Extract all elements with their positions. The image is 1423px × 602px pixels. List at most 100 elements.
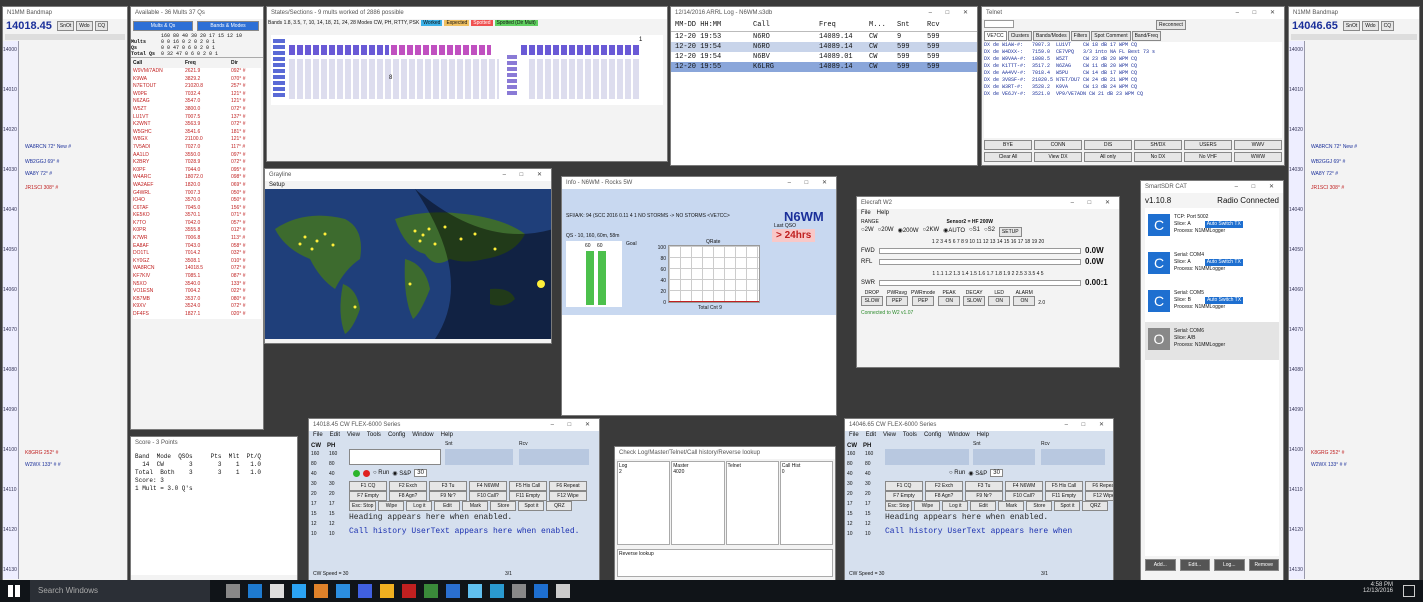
function-key-button[interactable]: Wipe <box>914 501 941 511</box>
function-key-button[interactable]: F11 Empty <box>1045 491 1083 501</box>
control-toggle[interactable]: ON <box>988 296 1011 306</box>
available-list-item[interactable]: K7TO 7042.0 057° # <box>133 220 261 228</box>
bands-modes-button[interactable]: Bands & Modes <box>197 21 259 31</box>
menu-help[interactable]: Help <box>877 210 889 216</box>
right-bandmap-spot[interactable]: K8GRG 252° # <box>1311 450 1344 456</box>
entry2-call-input[interactable] <box>885 449 969 465</box>
available-list[interactable]: W9VM/7ADN 2621.9 092° # K9WA 3829.2 070° # N7E… <box>133 68 261 319</box>
range-radio[interactable]: ○2W <box>861 227 874 237</box>
setup-button[interactable]: SETUP <box>998 227 1022 237</box>
entry2-rcv-input[interactable] <box>1041 449 1105 465</box>
function-key-button[interactable]: Edit <box>434 501 461 511</box>
log-col-snt[interactable]: Snt <box>897 21 927 29</box>
function-key-button[interactable]: Edit <box>970 501 997 511</box>
menu-file[interactable]: File <box>861 210 871 216</box>
grayline-setup-menu[interactable]: Setup <box>265 181 551 189</box>
smartsdr-action-button[interactable]: Edit... <box>1179 559 1210 571</box>
telnet-command-button[interactable]: WWW <box>1234 152 1282 162</box>
function-key-button[interactable]: F11 Empty <box>509 491 547 501</box>
function-key-button[interactable]: Mark <box>462 501 489 511</box>
band-ph-button[interactable]: 20 <box>865 489 871 499</box>
band-ph-button[interactable]: 15 <box>329 509 335 519</box>
check-column[interactable]: Telnet <box>725 461 779 545</box>
alarm-value[interactable]: 2.0 <box>1038 300 1045 306</box>
entry2-run-radio[interactable]: ○ Run <box>949 470 965 476</box>
menu-item[interactable]: Window <box>412 432 433 438</box>
log-col-time[interactable]: MM-DD HH:MM <box>675 21 753 29</box>
band-cw-button[interactable]: 30 <box>847 479 859 489</box>
log-row[interactable]: 12-20 19:53 N6RO 14089.14 CW 9 599 <box>671 32 977 42</box>
band-ph-button[interactable]: 17 <box>865 499 871 509</box>
function-key-button[interactable]: F2 Exch <box>389 481 427 491</box>
band-ph-button[interactable]: 80 <box>865 459 871 469</box>
menu-item[interactable]: Window <box>948 432 969 438</box>
cat-port-item[interactable]: O Serial: COM6 Slice: A/B Process: N1MMLogg… <box>1145 322 1279 360</box>
telnet-command-button[interactable]: All only <box>1084 152 1132 162</box>
taskbar-app-icon[interactable] <box>490 584 504 598</box>
band-cw-button[interactable]: 20 <box>847 489 859 499</box>
band-cw-button[interactable]: 40 <box>311 469 323 479</box>
band-ph-button[interactable]: 40 <box>329 469 335 479</box>
taskbar-app-icon[interactable] <box>424 584 438 598</box>
band-cw-button[interactable]: 80 <box>847 459 859 469</box>
log-row[interactable]: 12-20 19:54 N6BV 14089.01 CW 599 599 <box>671 52 977 62</box>
available-list-item[interactable]: K0PR 3555.8 012° # <box>133 227 261 235</box>
left-snot-button[interactable]: SnOt <box>56 21 75 31</box>
control-toggle[interactable]: ON <box>938 296 961 306</box>
menu-item[interactable]: Tools <box>367 432 381 438</box>
taskbar-app-icon[interactable] <box>270 584 284 598</box>
available-list-item[interactable]: DF4FS 1827.1 020° # <box>133 311 261 319</box>
telnet-tab[interactable]: Spot Comment <box>1091 31 1131 41</box>
available-list-item[interactable]: KB7MB 3537.0 080° # <box>133 296 261 304</box>
taskbar-app-icon[interactable] <box>446 584 460 598</box>
taskbar-search[interactable]: Search Windows <box>30 580 210 602</box>
available-list-item[interactable]: KY0GZ 3508.1 010° # <box>133 258 261 266</box>
band-ph-button[interactable]: 15 <box>865 509 871 519</box>
left-cq-button[interactable]: CQ <box>94 21 109 31</box>
right-wdo-button[interactable]: Wdo <box>1362 21 1379 31</box>
taskbar-app-icon[interactable] <box>336 584 350 598</box>
function-key-button[interactable]: Store <box>1026 501 1053 511</box>
menu-item[interactable]: File <box>849 432 859 438</box>
menu-item[interactable]: Help <box>441 432 453 438</box>
band-cw-button[interactable]: 40 <box>847 469 859 479</box>
band-cw-button[interactable]: 12 <box>847 519 859 529</box>
function-key-button[interactable]: F12 Wipe <box>1085 491 1113 501</box>
taskbar-app-icon[interactable] <box>358 584 372 598</box>
reverse-lookup[interactable]: Reverse lookup <box>617 549 833 577</box>
windows-start-icon[interactable] <box>8 585 20 597</box>
function-key-button[interactable]: F7 Empty <box>349 491 387 501</box>
function-key-button[interactable]: F5 His Call <box>509 481 547 491</box>
taskbar-app-icon[interactable] <box>468 584 482 598</box>
function-key-button[interactable]: F8 Agn? <box>389 491 427 501</box>
available-list-item[interactable]: WA8RCN 14018.5 072° # <box>133 265 261 273</box>
log-row[interactable]: 12-20 19:55 K6LRG 14089.14 CW 599 599 <box>671 62 977 72</box>
available-list-item[interactable]: G4WRL 7007.3 050° # <box>133 190 261 198</box>
left-bandmap-spot[interactable]: WA8RCN 72° New # <box>25 144 71 150</box>
available-list-item[interactable]: K2WNT 3563.9 072° # <box>133 121 261 129</box>
control-toggle[interactable]: PEP <box>886 296 908 306</box>
taskbar-app-icon[interactable] <box>402 584 416 598</box>
band-cw-button[interactable]: 80 <box>311 459 323 469</box>
available-list-item[interactable]: W8GX 21100.0 121° # <box>133 136 261 144</box>
reconnect-button[interactable]: Reconnect <box>1156 20 1186 30</box>
telnet-spot-line[interactable]: DX de K1TTT-#: 3517.2 N6ZAG CW 11 dB 20 … <box>984 63 1282 70</box>
range-radio[interactable]: ○20W <box>878 227 894 237</box>
available-list-item[interactable]: W0PE 7032.4 121° # <box>133 91 261 99</box>
range-radio[interactable]: ◉200W <box>898 227 919 237</box>
band-ph-button[interactable]: 30 <box>329 479 335 489</box>
telnet-command-button[interactable]: WWV <box>1234 140 1282 150</box>
band-ph-button[interactable]: 12 <box>865 519 871 529</box>
function-key-button[interactable]: QRZ <box>546 501 573 511</box>
band-cw-button[interactable]: 160 <box>847 449 859 459</box>
left-bandmap-spot[interactable]: JR1SCI 308° # <box>25 185 58 191</box>
band-ph-button[interactable]: 160 <box>329 449 337 459</box>
available-list-item[interactable]: LU1VT 7007.5 137° # <box>133 114 261 122</box>
control-toggle[interactable]: PEP <box>912 296 935 306</box>
available-list-item[interactable]: W5GHC 3541.6 181° # <box>133 129 261 137</box>
right-bandmap-zoom[interactable] <box>1291 34 1417 40</box>
function-key-button[interactable]: F7 Empty <box>885 491 923 501</box>
right-cq-button[interactable]: CQ <box>1380 21 1395 31</box>
notification-icon[interactable] <box>1403 585 1415 597</box>
cat-port-item[interactable]: C Serial: COM4 Slice: A Auto Switch TX Proce… <box>1145 246 1279 284</box>
